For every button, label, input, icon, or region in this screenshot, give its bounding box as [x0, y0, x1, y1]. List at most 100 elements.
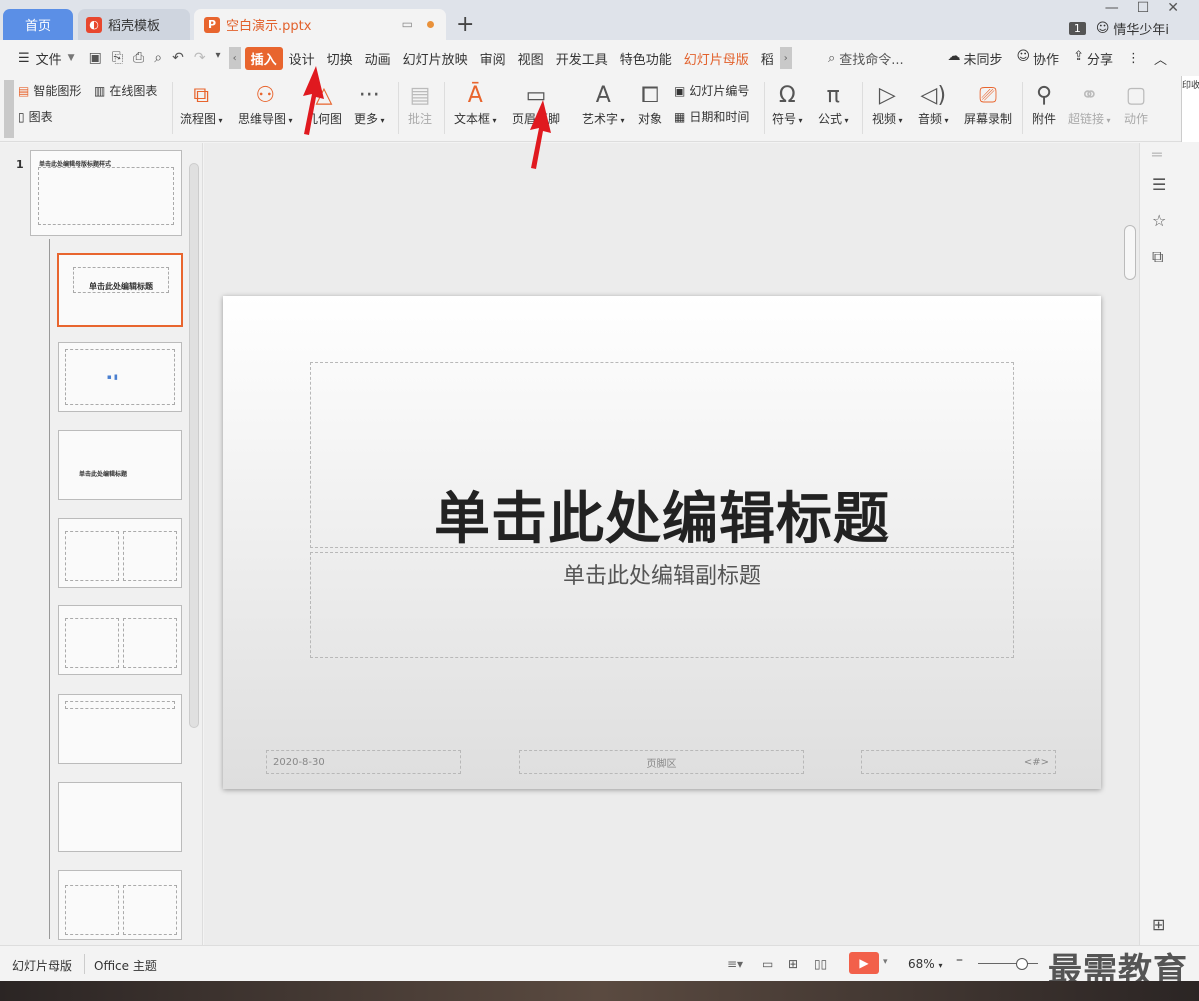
canvas-scroll-thumb[interactable]: [1124, 225, 1136, 280]
reading-view-icon[interactable]: ▯▯: [814, 957, 827, 971]
layout-thumbnail[interactable]: [58, 605, 182, 675]
flowchart-button[interactable]: ⧉ 流程图 ▾: [180, 80, 223, 127]
mindmap-button[interactable]: ⚇ 思维导图 ▾: [238, 80, 293, 127]
chart-button[interactable]: ▯ 图表: [18, 108, 53, 125]
slide-sorter-icon[interactable]: ⊞: [788, 957, 798, 971]
smart-shape-button[interactable]: ▤ 智能图形: [18, 82, 81, 99]
layout-thumbnail[interactable]: [58, 870, 182, 940]
tab-docer[interactable]: 稻: [755, 49, 780, 68]
save-icon[interactable]: ▣: [89, 50, 102, 66]
tab-transition[interactable]: 切换: [321, 49, 359, 68]
slide-subtitle-text[interactable]: 单击此处编辑副标题: [223, 558, 1101, 590]
attachment-button[interactable]: ⚲ 附件: [1032, 80, 1056, 127]
slide-number-button[interactable]: ▣ 幻灯片编号: [674, 82, 749, 99]
textbox-button[interactable]: Ā 文本框 ▾: [454, 80, 497, 127]
zoom-level[interactable]: 68% ▾: [908, 957, 943, 971]
tab-insert[interactable]: 插入: [244, 46, 283, 70]
export-icon[interactable]: ⎘: [112, 50, 123, 66]
collapse-ribbon-icon[interactable]: ︿: [1154, 49, 1167, 68]
more-options-icon[interactable]: ⋮: [1127, 51, 1140, 66]
action-button[interactable]: ▢ 动作: [1124, 80, 1148, 127]
datetime-button[interactable]: ▦ 日期和时间: [674, 108, 749, 125]
geometry-button[interactable]: △ 几何图: [306, 80, 342, 127]
zoom-slider-track[interactable]: [978, 963, 1038, 964]
share-button[interactable]: ⇪ 分享: [1073, 49, 1113, 68]
footer-date-placeholder[interactable]: 2020-8-30: [266, 750, 461, 774]
sync-status[interactable]: ☁ 未同步: [947, 49, 1002, 68]
layout-thumbnail[interactable]: [58, 518, 182, 588]
tab-document[interactable]: P 空白演示.pptx ▭: [194, 9, 446, 40]
ribbon-scroll-left[interactable]: [4, 80, 14, 138]
tab-animation[interactable]: 动画: [359, 49, 397, 68]
normal-view-icon[interactable]: ▭: [762, 957, 773, 971]
tab-home[interactable]: 首页: [3, 9, 73, 40]
play-options-icon[interactable]: ▾: [883, 957, 888, 967]
hamburger-icon: ☰: [18, 50, 30, 66]
tab-slide-master[interactable]: 幻灯片母版: [678, 49, 755, 68]
audio-button[interactable]: ◁) 音频 ▾: [918, 80, 949, 127]
redo-icon[interactable]: ↷: [194, 50, 206, 66]
grid-apps-icon[interactable]: ⊞: [1152, 915, 1165, 934]
more-button[interactable]: ··· 更多 ▾: [354, 80, 385, 127]
dropdown-icon[interactable]: ▾: [216, 50, 221, 66]
play-slideshow-button[interactable]: ▶: [849, 952, 879, 974]
master-thumbnail[interactable]: 单击此处编辑母版标题样式: [30, 150, 182, 236]
tab-review[interactable]: 审阅: [474, 49, 512, 68]
layout-thumbnail[interactable]: [58, 694, 182, 764]
tab-features[interactable]: 特色功能: [614, 49, 678, 68]
tab-template[interactable]: ◐ 稻壳模板: [78, 9, 190, 40]
thumbnail-scrollbar[interactable]: [189, 163, 199, 728]
tab-view[interactable]: 视图: [512, 49, 550, 68]
screen-record-button[interactable]: ⎚ 屏幕录制: [964, 80, 1012, 127]
video-button[interactable]: ▷ 视频 ▾: [872, 80, 903, 127]
video-icon: ▷: [878, 82, 896, 108]
search-icon: ⌕: [828, 50, 836, 66]
print-icon[interactable]: ⎙: [133, 50, 144, 66]
new-tab-button[interactable]: +: [456, 12, 474, 37]
status-theme[interactable]: Office 主题: [94, 957, 157, 974]
slide-thumbnails-panel: 1 单击此处编辑母版标题样式 单击此处编辑标题 ▪ ▮ 单击此处编辑标题: [0, 143, 203, 945]
command-search[interactable]: ⌕ 查找命令...: [828, 49, 904, 68]
undo-icon[interactable]: ↶: [172, 50, 184, 66]
layout-thumbnail[interactable]: [58, 782, 182, 852]
tab-design[interactable]: 设计: [283, 49, 321, 68]
current-slide[interactable]: 单击此处编辑标题 单击此处编辑副标题 2020-8-30 页脚区 <#>: [223, 296, 1101, 789]
footer-number-placeholder[interactable]: <#>: [861, 750, 1056, 774]
layout-thumbnail[interactable]: ▪ ▮: [58, 342, 182, 412]
status-divider: [84, 954, 85, 974]
formula-button[interactable]: π 公式 ▾: [818, 80, 849, 127]
animation-star-icon[interactable]: ☆: [1152, 211, 1166, 230]
comment-button[interactable]: ▤ 批注: [408, 80, 432, 127]
symbol-button[interactable]: Ω 符号 ▾: [772, 80, 803, 127]
menu-scroll-right[interactable]: ›: [779, 47, 792, 69]
zoom-slider-knob[interactable]: [1016, 958, 1028, 970]
slide-title-text[interactable]: 单击此处编辑标题: [223, 474, 1101, 555]
notes-icon[interactable]: ≡▾: [727, 957, 743, 971]
footer-center-placeholder[interactable]: 页脚区: [519, 750, 804, 774]
properties-icon[interactable]: ☰: [1152, 175, 1166, 194]
object-button[interactable]: ⧠ 对象: [638, 80, 662, 127]
preview-icon[interactable]: ⌕: [154, 50, 162, 66]
canvas-scrollbar[interactable]: [1123, 143, 1137, 945]
smart-shape-label: 智能图形: [33, 84, 82, 98]
status-mode: 幻灯片母版: [12, 959, 73, 973]
transition-icon[interactable]: ⧉: [1152, 247, 1163, 267]
tab-developer[interactable]: 开发工具: [550, 49, 614, 68]
menu-scroll-left[interactable]: ‹: [228, 47, 241, 69]
online-chart-button[interactable]: ▥ 在线图表: [94, 82, 157, 99]
tab-slideshow[interactable]: 幻灯片放映: [397, 49, 474, 68]
collab-button[interactable]: ☺ 协作: [1016, 49, 1059, 68]
layout-thumbnail[interactable]: 单击此处编辑标题: [58, 430, 182, 500]
header-footer-button[interactable]: ▭ 页眉页脚: [512, 80, 560, 127]
layout-thumbnail-title[interactable]: 单击此处编辑标题: [57, 253, 183, 327]
hyperlink-button[interactable]: ⚭ 超链接 ▾: [1068, 80, 1111, 127]
share-icon: ⇪: [1073, 48, 1084, 64]
notification-badge[interactable]: 1: [1068, 21, 1086, 35]
file-menu[interactable]: ☰ 文件 ▼: [0, 49, 81, 68]
zoom-out-icon[interactable]: –: [956, 952, 963, 968]
ribbon-divider: [1022, 82, 1023, 134]
monitor-icon[interactable]: ▭: [402, 17, 413, 31]
user-account[interactable]: ☺ 情华少年i: [1096, 19, 1169, 38]
wordart-button[interactable]: A 艺术字 ▾: [582, 80, 625, 127]
title-bar: 首页 ◐ 稻壳模板 P 空白演示.pptx ▭ + — ☐ ✕ 1 ☺ 情华少年i: [0, 0, 1199, 40]
